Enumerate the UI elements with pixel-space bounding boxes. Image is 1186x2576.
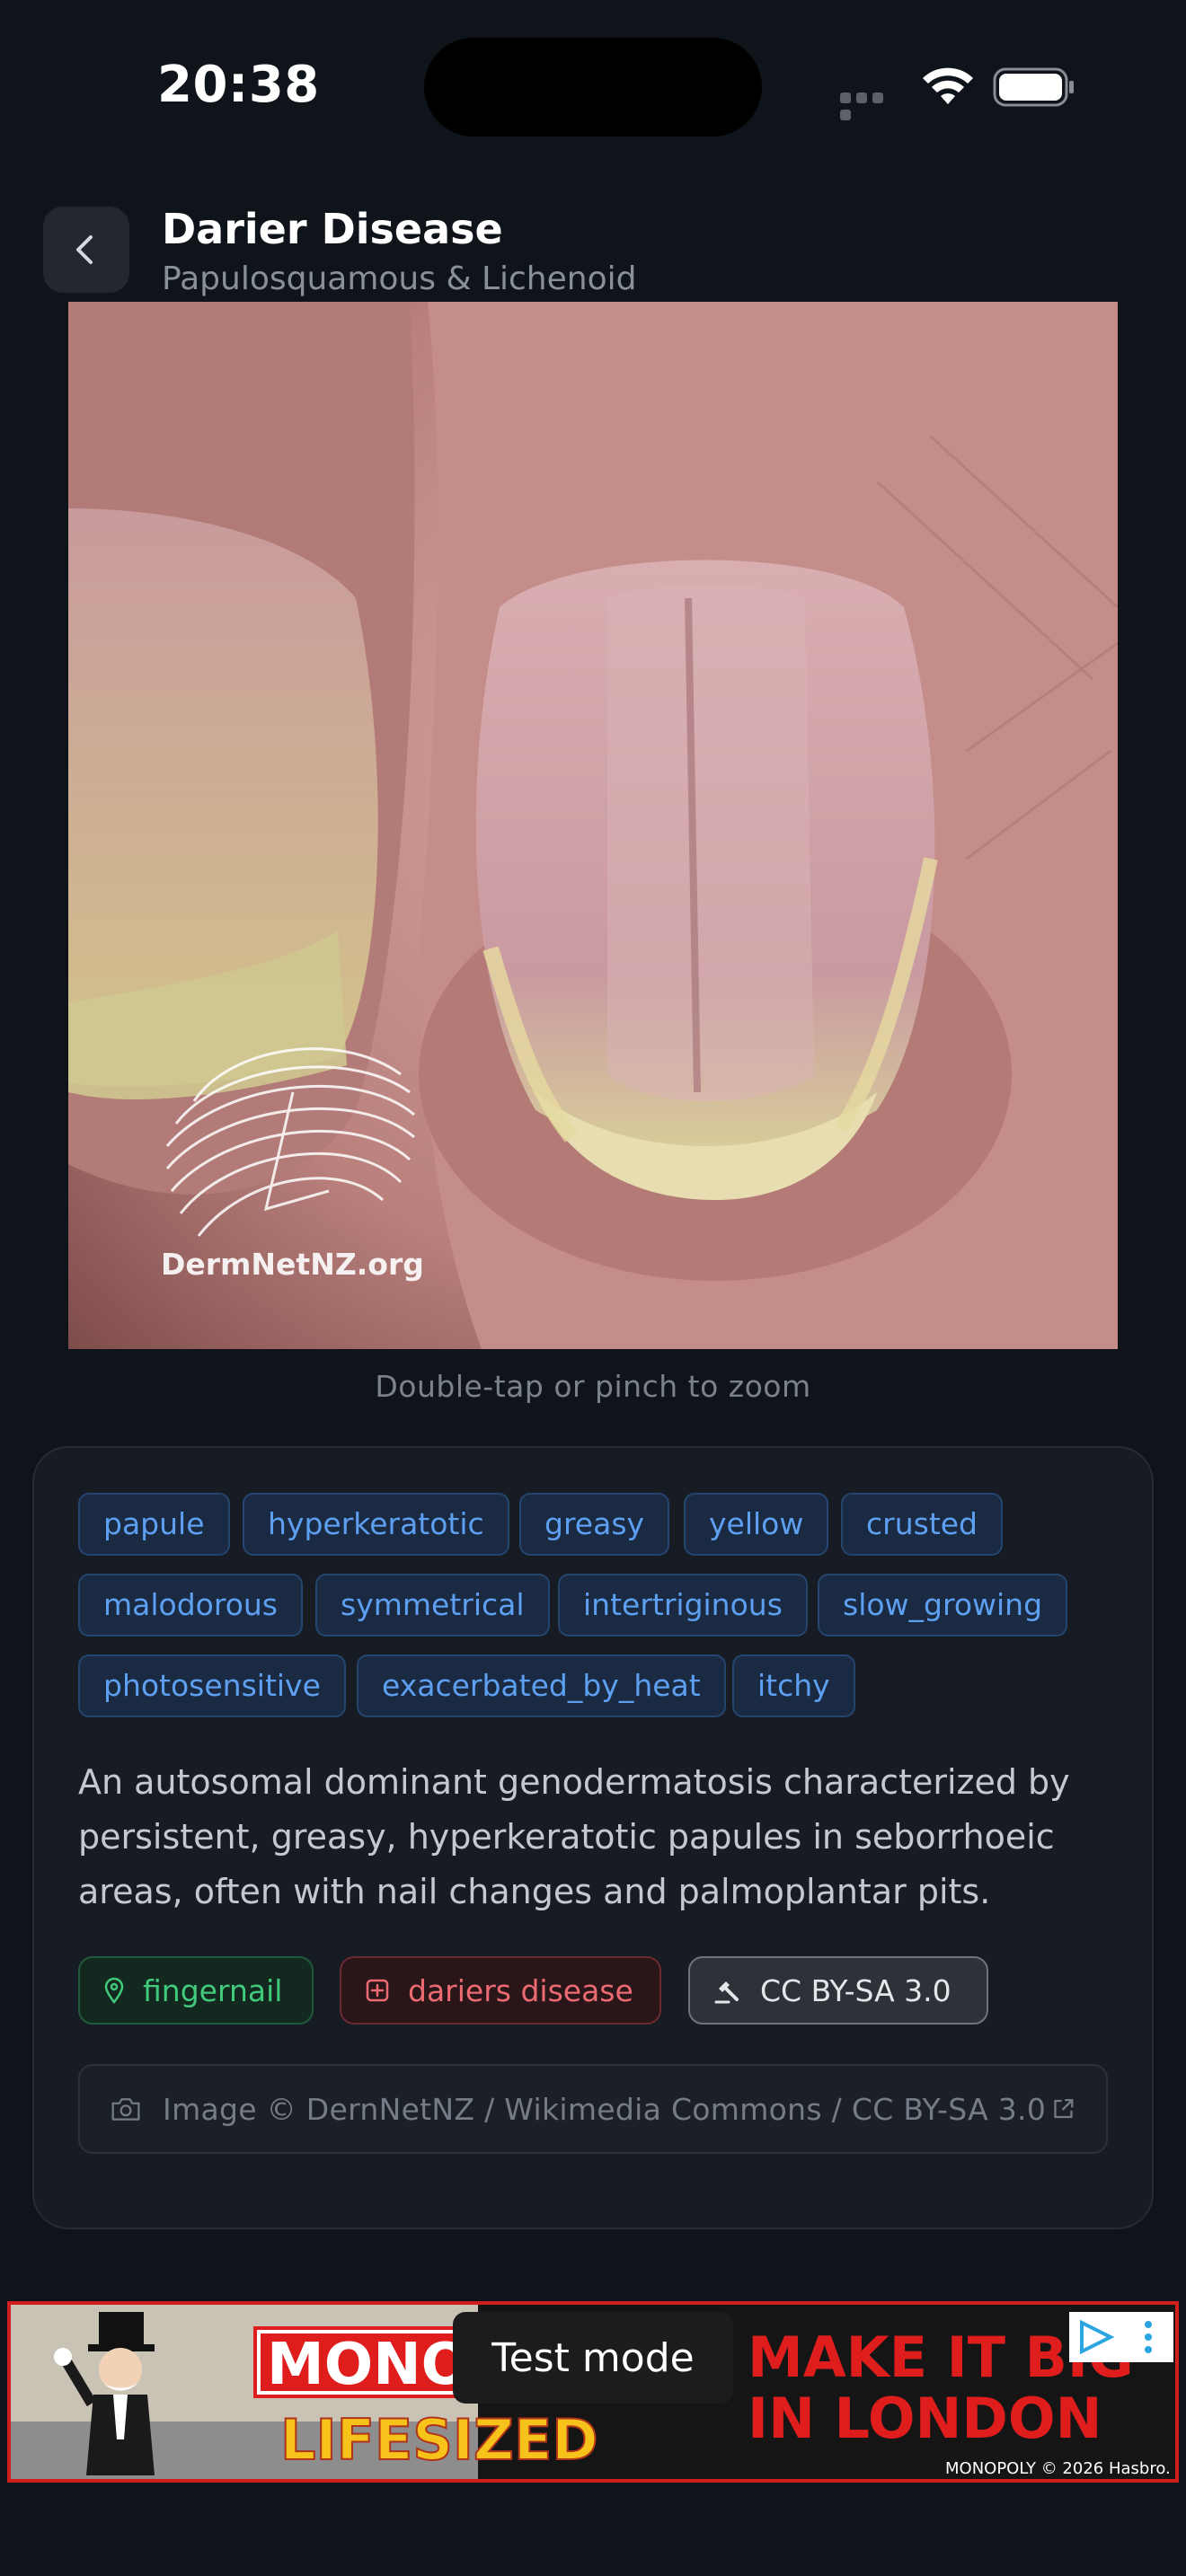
tag-intertriginous[interactable]: intertriginous xyxy=(558,1574,808,1636)
tag-photosensitive[interactable]: photosensitive xyxy=(78,1654,346,1717)
location-pill[interactable]: fingernail xyxy=(78,1956,314,2025)
photo-watermark: DermNetNZ.org xyxy=(161,1247,424,1282)
tag-papule[interactable]: papule xyxy=(78,1493,230,1556)
disease-description: An autosomal dominant genodermatosis cha… xyxy=(78,1762,1070,1911)
zoom-hint: Double-tap or pinch to zoom xyxy=(375,1369,811,1404)
tag-yellow[interactable]: yellow xyxy=(684,1493,829,1556)
medical-plus-icon xyxy=(366,1979,389,2002)
status-time: 20:38 xyxy=(157,56,320,114)
license-label: CC BY-SA 3.0 xyxy=(760,1972,951,2008)
back-button[interactable] xyxy=(43,207,129,293)
gavel-icon xyxy=(714,1981,739,2004)
tag-hyperkeratotic[interactable]: hyperkeratotic xyxy=(243,1493,509,1556)
ad-headline-2: IN LONDON xyxy=(748,2386,1102,2451)
tag-greasy[interactable]: greasy xyxy=(519,1493,670,1556)
cellular-signal-icon xyxy=(840,90,903,120)
ad-test-mode-label: Test mode xyxy=(453,2312,733,2404)
tag-malodorous[interactable]: malodorous xyxy=(78,1574,304,1636)
tag-crusted[interactable]: crusted xyxy=(841,1493,1004,1556)
page-title: Darier Disease xyxy=(162,205,503,253)
chevron-left-icon xyxy=(76,235,93,264)
ad-footer: MONOPOLY © 2026 Hasbro. xyxy=(945,2459,1171,2478)
ad-brand: MONO xyxy=(267,2332,470,2398)
ad-tagline: LIFESIZED xyxy=(280,2407,598,2473)
tag-itchy[interactable]: itchy xyxy=(732,1654,855,1717)
attribution-text: Image © DernNetNZ / Wikimedia Commons / … xyxy=(163,2091,1047,2127)
tag-symmetrical[interactable]: symmetrical xyxy=(315,1574,550,1636)
map-pin-icon xyxy=(104,1977,124,2004)
image-attribution[interactable]: Image © DernNetNZ / Wikimedia Commons / … xyxy=(78,2064,1108,2154)
tag-slow-growing[interactable]: slow_growing xyxy=(818,1574,1068,1636)
page-subtitle: Papulosquamous & Lichenoid xyxy=(162,260,637,297)
clinical-photo[interactable]: DermNetNZ.org xyxy=(68,302,1118,1349)
external-link-icon xyxy=(1054,2099,1074,2119)
diagnosis-pill[interactable]: dariers disease xyxy=(340,1956,661,2025)
license-pill[interactable]: CC BY-SA 3.0 xyxy=(688,1956,988,2025)
location-label: fingernail xyxy=(143,1972,283,2008)
battery-icon xyxy=(993,67,1074,107)
camera-icon xyxy=(111,2098,140,2121)
nail-photo-illustration: DermNetNZ.org xyxy=(68,302,1118,1349)
tag-exacerbated-by-heat[interactable]: exacerbated_by_heat xyxy=(357,1654,726,1717)
wifi-icon xyxy=(923,67,973,104)
dynamic-island xyxy=(424,38,762,137)
diagnosis-label: dariers disease xyxy=(408,1972,633,2008)
